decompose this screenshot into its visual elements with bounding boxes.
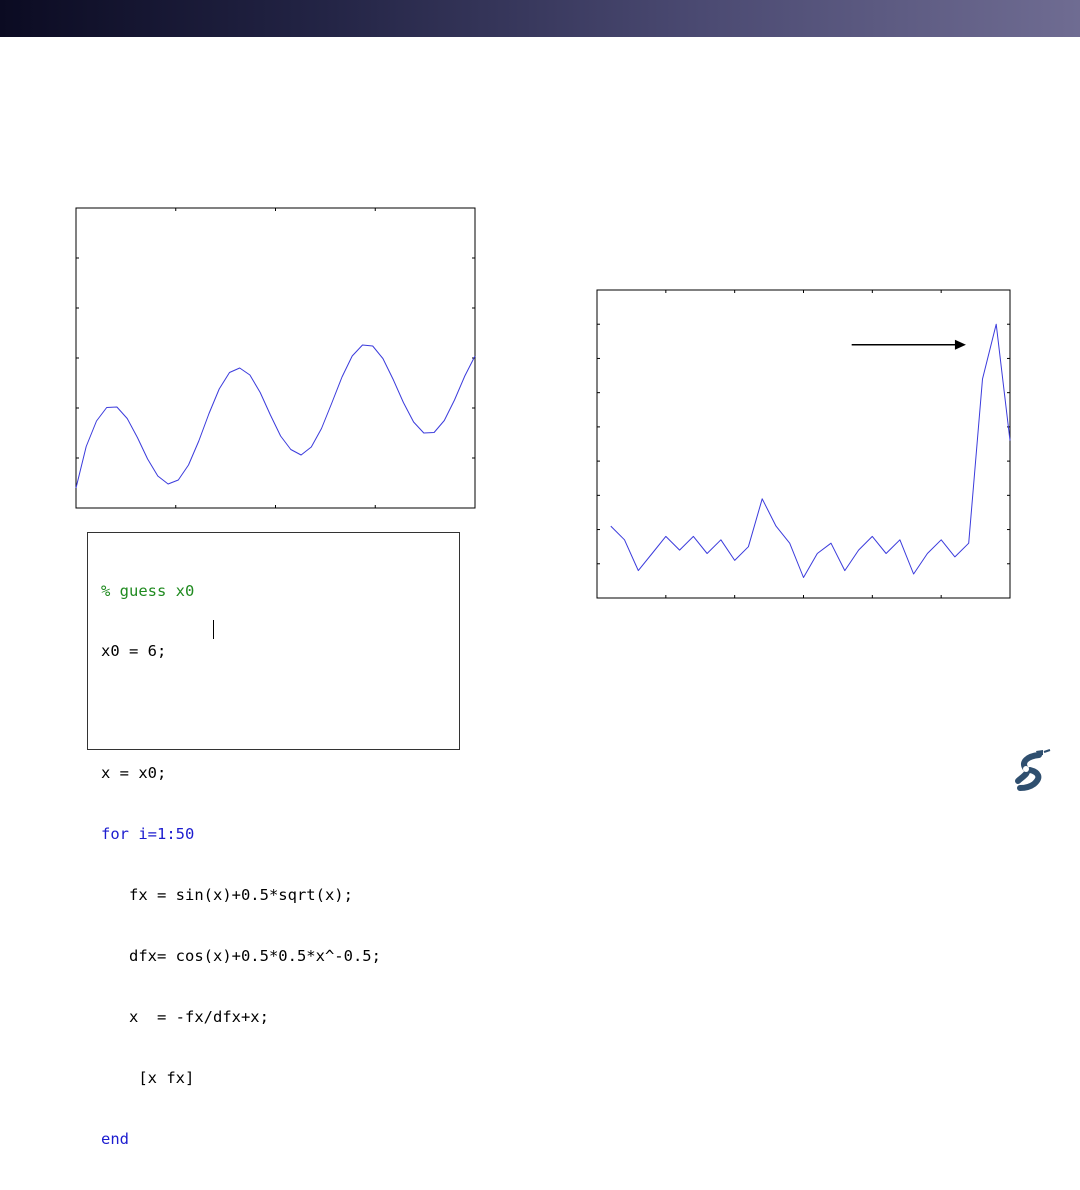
code-line-8: x = -fx/dfx+x; bbox=[101, 1007, 269, 1026]
robot-arm-logo-icon bbox=[1015, 749, 1051, 791]
iteration-plot-chart bbox=[596, 289, 1011, 599]
code-line-9: [x fx] bbox=[101, 1068, 195, 1087]
code-line-1: % guess x0 bbox=[101, 581, 195, 600]
code-line-2: x0 = 6; bbox=[101, 642, 167, 661]
text-caret bbox=[213, 620, 214, 639]
header-bar bbox=[0, 0, 1080, 37]
plot-frame bbox=[596, 289, 1011, 599]
code-listing: % guess x0 x0 = 6; x = x0; for i=1:50 fx… bbox=[87, 532, 460, 1148]
code-line-5: for i=1:50 bbox=[101, 825, 195, 844]
plot-frame bbox=[75, 207, 476, 509]
code-line-4: x = x0; bbox=[101, 764, 167, 783]
annotation-arrow-head bbox=[954, 339, 966, 350]
code-line-10: end bbox=[101, 1129, 129, 1148]
series-line-0 bbox=[75, 344, 476, 489]
code-line-6: fx = sin(x)+0.5*sqrt(x); bbox=[101, 886, 353, 905]
series-line-0 bbox=[610, 323, 1011, 578]
code-line-7: dfx= cos(x)+0.5*0.5*x^-0.5; bbox=[101, 946, 381, 965]
function-plot-chart bbox=[75, 207, 476, 509]
code-lines: % guess x0 x0 = 6; x = x0; for i=1:50 fx… bbox=[101, 540, 381, 1190]
